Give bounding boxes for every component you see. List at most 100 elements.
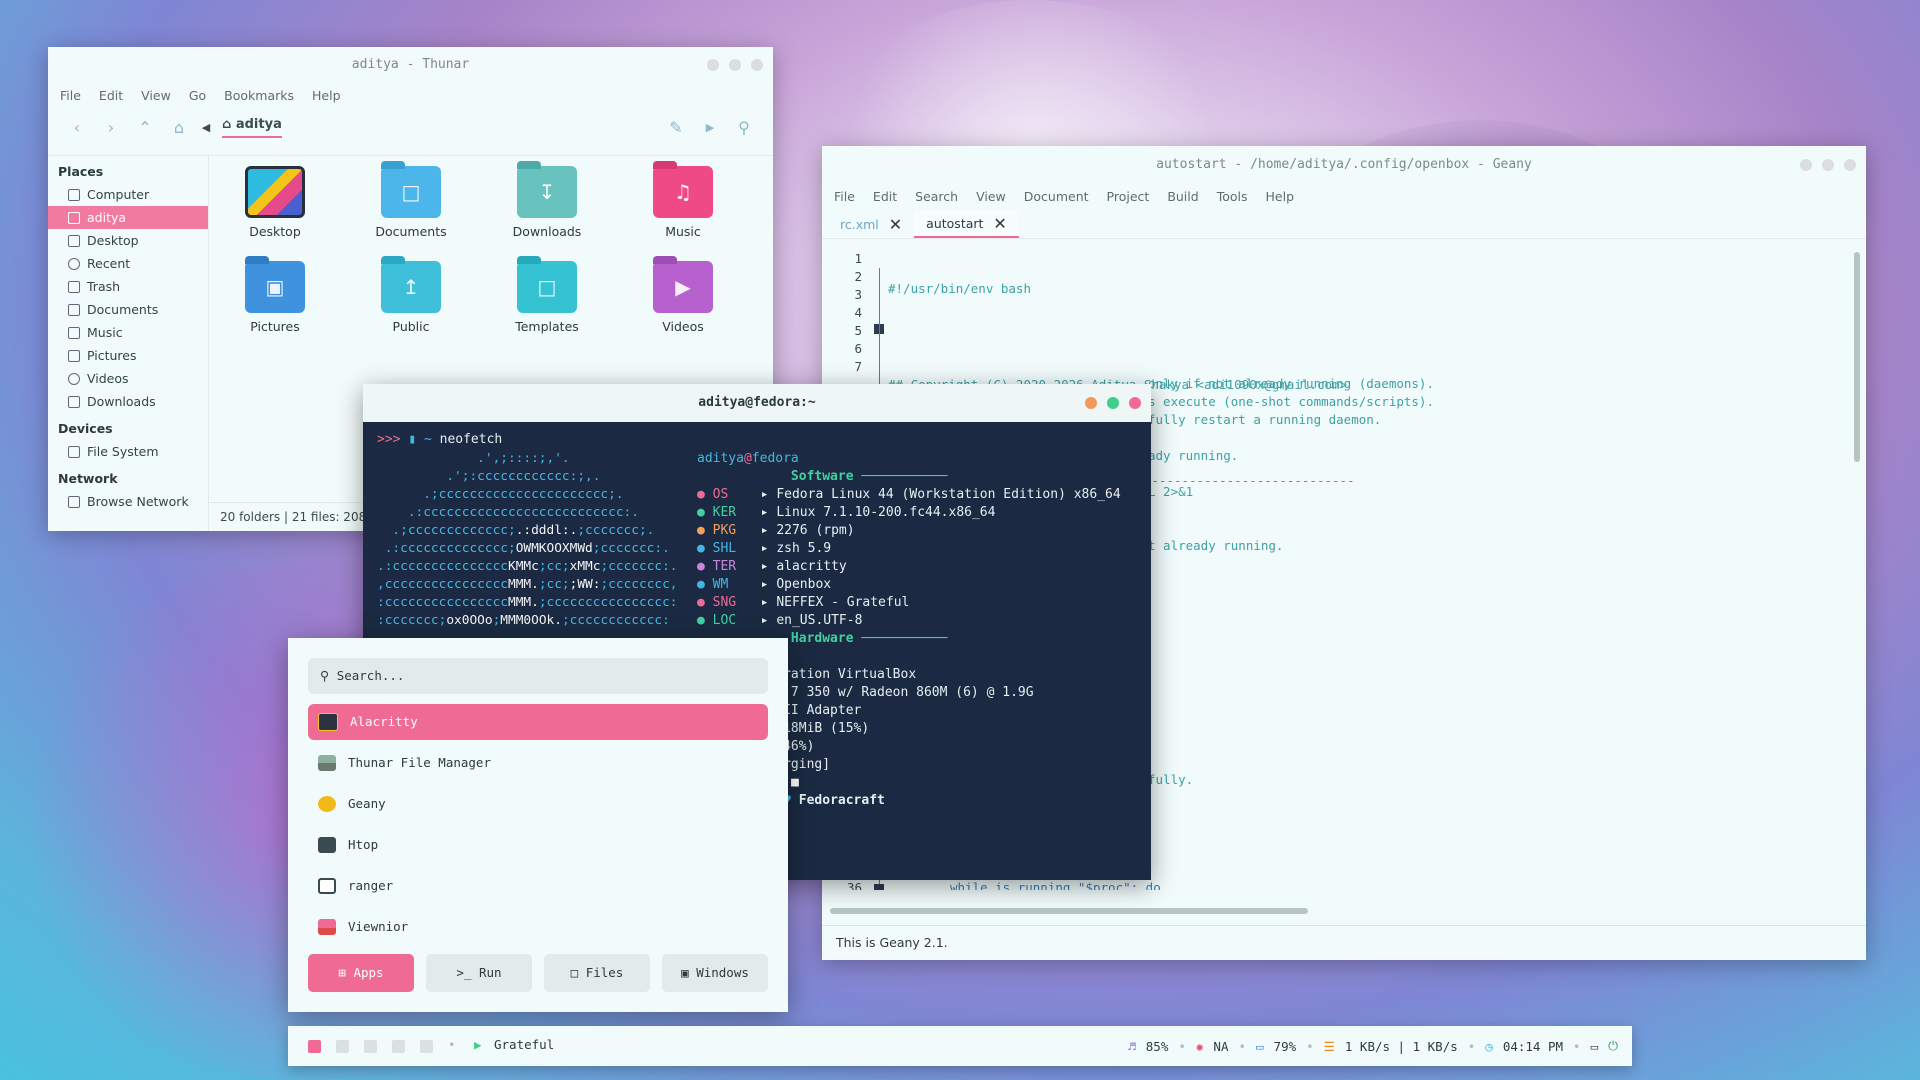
menu-document[interactable]: Document <box>1024 184 1089 210</box>
maximize-button[interactable] <box>1822 159 1834 171</box>
app-launcher[interactable]: ⚲ Search... Alacritty Thunar File Manage… <box>288 638 788 1012</box>
close-button[interactable] <box>1129 397 1141 409</box>
clock-value[interactable]: 04:14 PM <box>1503 1039 1563 1054</box>
search-icon[interactable]: ⚲ <box>727 118 761 137</box>
play-icon[interactable]: ▶ <box>474 1037 482 1052</box>
app-item-thunar[interactable]: Thunar File Manager <box>308 745 768 781</box>
app-item-htop[interactable]: Htop <box>308 827 768 863</box>
app-item-geany[interactable]: Geany <box>308 786 768 822</box>
tab-autostart[interactable]: autostart ✕ <box>914 210 1019 238</box>
geany-titlebar[interactable]: autostart - /home/aditya/.config/openbox… <box>822 146 1866 184</box>
folder-music[interactable]: ♫ Music <box>628 158 738 239</box>
battery-icon[interactable]: ▭ <box>1256 1039 1264 1054</box>
public-folder-icon: ↥ <box>381 256 441 313</box>
app-item-alacritty[interactable]: Alacritty <box>308 704 768 740</box>
sidebar-item-recent[interactable]: Recent <box>48 252 208 275</box>
thunar-titlebar[interactable]: aditya - Thunar <box>48 47 773 83</box>
menu-tools[interactable]: Tools <box>1217 184 1248 210</box>
info-row-locale: ● LOC ▸ en_US.UTF-8 <box>697 613 863 628</box>
sidebar-item-desktop[interactable]: Desktop <box>48 229 208 252</box>
folder-pictures[interactable]: ▣ Pictures <box>220 253 330 334</box>
edit-path-icon[interactable]: ✎ <box>659 118 693 137</box>
close-button[interactable] <box>1844 159 1856 171</box>
minimize-button[interactable] <box>707 59 719 71</box>
clock-icon[interactable]: ◷ <box>1485 1039 1493 1054</box>
downloads-folder-icon: ↧ <box>517 161 577 218</box>
network-value[interactable]: NA <box>1213 1039 1228 1054</box>
power-icon[interactable]: ⏻ <box>1608 1038 1618 1054</box>
path-left-icon[interactable]: ◀ <box>196 121 216 134</box>
horizontal-scrollbar[interactable] <box>830 908 1308 914</box>
menu-bookmarks[interactable]: Bookmarks <box>224 83 294 109</box>
fold-marker[interactable] <box>874 884 884 890</box>
folder-downloads[interactable]: ↧ Downloads <box>492 158 602 239</box>
workspace-1[interactable] <box>308 1040 321 1053</box>
search-input[interactable]: ⚲ Search... <box>308 658 768 694</box>
menu-file[interactable]: File <box>60 83 81 109</box>
apps-button[interactable]: ⊞ Apps <box>308 954 414 992</box>
sidebar-item-pictures[interactable]: Pictures <box>48 344 208 367</box>
traffic-value[interactable]: 1 KB/s | 1 KB/s <box>1345 1039 1458 1054</box>
folder-desktop[interactable]: Desktop <box>220 158 330 239</box>
battery-value[interactable]: 79% <box>1274 1039 1297 1054</box>
folder-public[interactable]: ↥ Public <box>356 253 466 334</box>
menu-edit[interactable]: Edit <box>99 83 123 109</box>
workspace-2[interactable] <box>336 1040 349 1053</box>
menu-build[interactable]: Build <box>1167 184 1198 210</box>
close-tab-icon[interactable]: ✕ <box>889 215 902 234</box>
workspace-4[interactable] <box>392 1040 405 1053</box>
run-button[interactable]: >_ Run <box>426 954 532 992</box>
path-right-icon[interactable]: ▶ <box>693 121 727 134</box>
folder-videos[interactable]: ▶ Videos <box>628 253 738 334</box>
close-tab-icon[interactable]: ✕ <box>993 214 1006 233</box>
monitor-icon[interactable]: ▭ <box>1591 1039 1599 1054</box>
path-button[interactable]: ⌂ aditya <box>222 117 282 138</box>
windows-button[interactable]: ▣ Windows <box>662 954 768 992</box>
music-icon <box>68 326 80 339</box>
folder-templates[interactable]: □ Templates <box>492 253 602 334</box>
home-icon[interactable]: ⌂ <box>162 118 196 137</box>
maximize-button[interactable] <box>1107 397 1119 409</box>
volume-value[interactable]: 85% <box>1146 1039 1169 1054</box>
sidebar-item-aditya[interactable]: aditya <box>48 206 208 229</box>
files-button[interactable]: □ Files <box>544 954 650 992</box>
traffic-icon[interactable]: ☰ <box>1324 1039 1335 1054</box>
tab-rc-xml[interactable]: rc.xml ✕ <box>828 210 914 238</box>
network-icon[interactable]: ✺ <box>1196 1039 1204 1054</box>
close-button[interactable] <box>751 59 763 71</box>
maximize-button[interactable] <box>729 59 741 71</box>
sidebar-item-computer[interactable]: Computer <box>48 183 208 206</box>
menu-help[interactable]: Help <box>312 83 341 109</box>
menu-help[interactable]: Help <box>1266 184 1295 210</box>
menu-view[interactable]: View <box>141 83 171 109</box>
menu-search[interactable]: Search <box>915 184 958 210</box>
terminal-titlebar[interactable]: aditya@fedora:~ <box>363 384 1151 422</box>
sidebar-item-trash[interactable]: Trash <box>48 275 208 298</box>
sidebar-item-documents[interactable]: Documents <box>48 298 208 321</box>
menu-file[interactable]: File <box>834 184 855 210</box>
volume-icon[interactable]: ♬ <box>1128 1039 1136 1054</box>
up-icon[interactable]: ⌃ <box>128 118 162 137</box>
workspace-5[interactable] <box>420 1040 433 1053</box>
menu-view[interactable]: View <box>976 184 1006 210</box>
folder-documents[interactable]: □ Documents <box>356 158 466 239</box>
info-row-terminal: ● TER ▸ alacritty <box>697 559 847 574</box>
workspace-3[interactable] <box>364 1040 377 1053</box>
minimize-button[interactable] <box>1800 159 1812 171</box>
sidebar-item-browse-network[interactable]: Browse Network <box>48 490 208 513</box>
vertical-scrollbar[interactable] <box>1854 252 1860 462</box>
forward-icon[interactable]: › <box>94 118 128 137</box>
minimize-button[interactable] <box>1085 397 1097 409</box>
sidebar-item-downloads[interactable]: Downloads <box>48 390 208 413</box>
app-item-ranger[interactable]: ranger <box>308 868 768 904</box>
now-playing[interactable]: Grateful <box>494 1037 554 1052</box>
menu-project[interactable]: Project <box>1107 184 1150 210</box>
menu-edit[interactable]: Edit <box>873 184 897 210</box>
menu-go[interactable]: Go <box>189 83 206 109</box>
sidebar-item-filesystem[interactable]: File System <box>48 440 208 463</box>
info-row-wm: ● WM ▸ Openbox <box>697 577 832 592</box>
sidebar-item-videos[interactable]: Videos <box>48 367 208 390</box>
back-icon[interactable]: ‹ <box>60 118 94 137</box>
sidebar-item-music[interactable]: Music <box>48 321 208 344</box>
app-item-viewnior[interactable]: Viewnior <box>308 909 768 945</box>
